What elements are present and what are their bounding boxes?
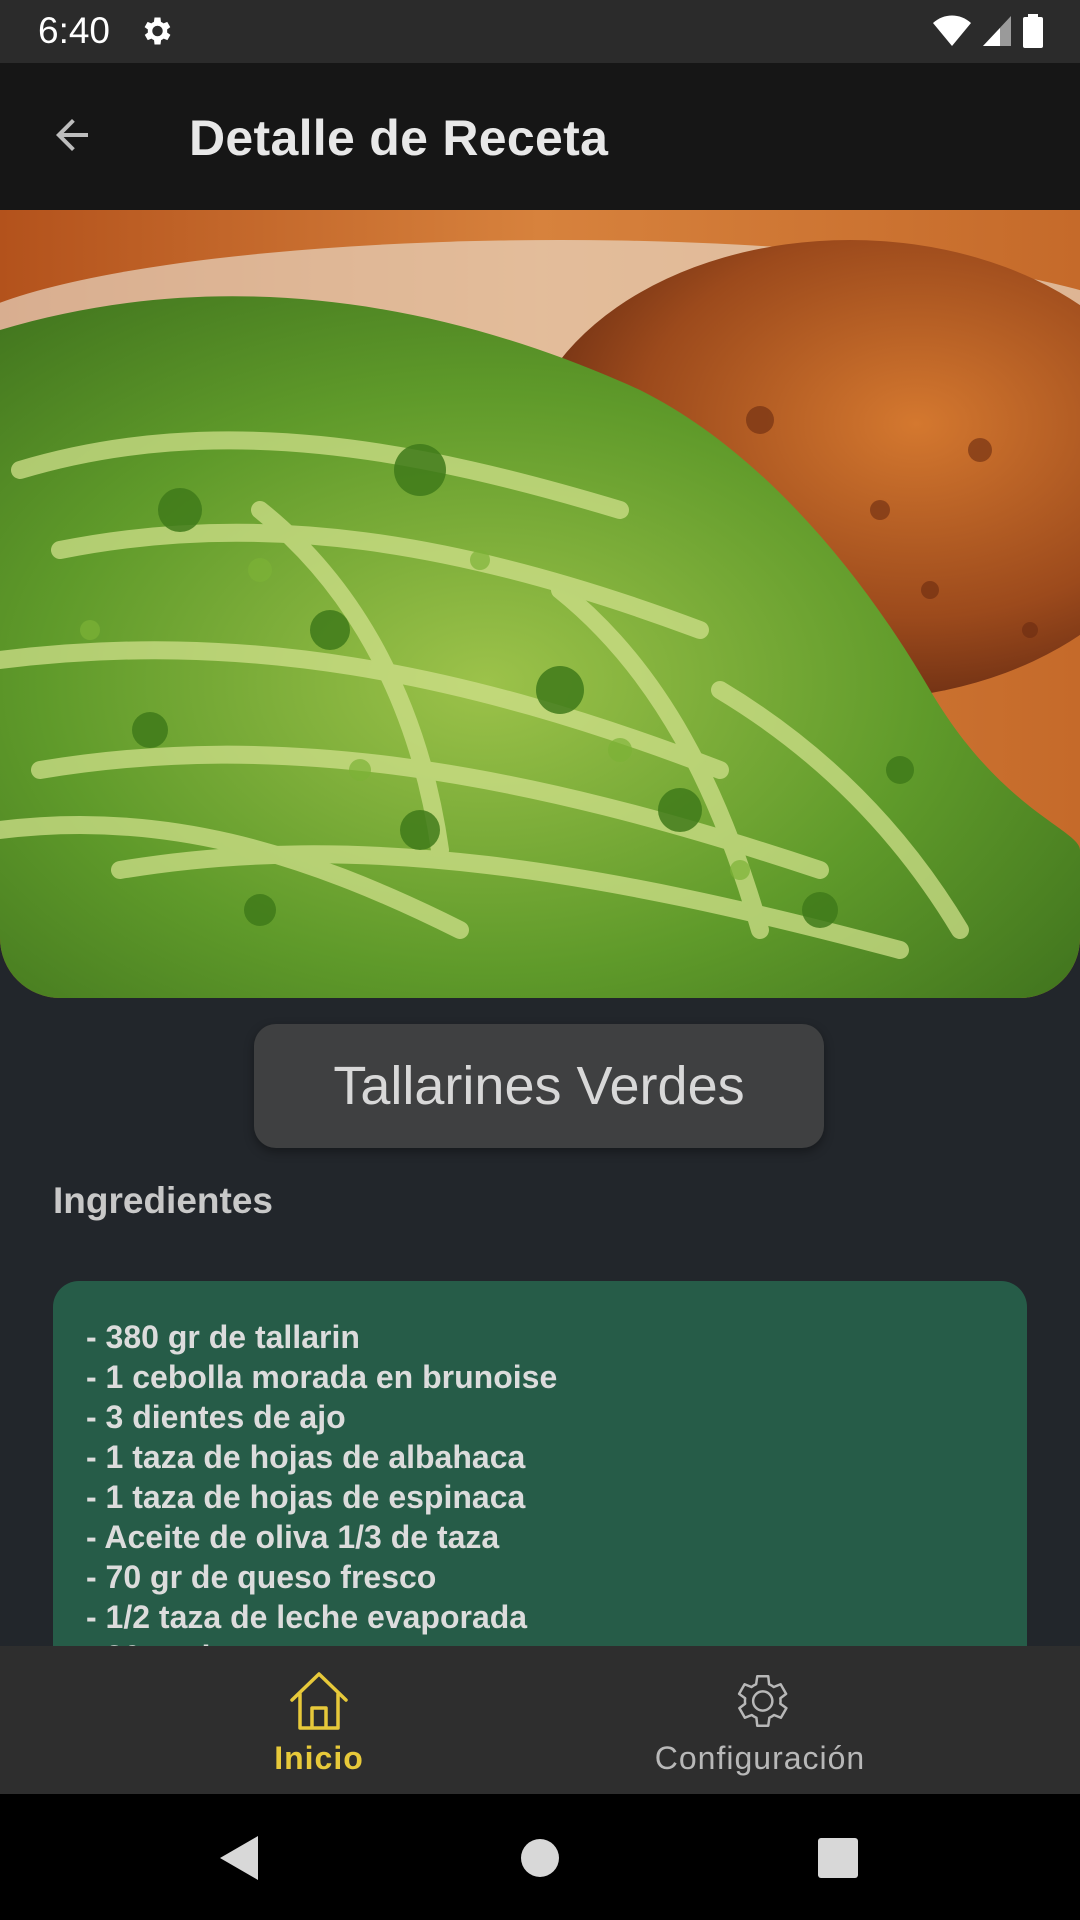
gear-icon bbox=[737, 1675, 788, 1727]
ingredient-item: - 1/2 taza de leche evaporada bbox=[86, 1599, 528, 1635]
ingredients-label: Ingredientes bbox=[53, 1180, 273, 1221]
page-title: Detalle de Receta bbox=[189, 110, 609, 166]
battery-icon bbox=[1023, 14, 1043, 48]
status-bar: 6:40 bbox=[0, 0, 1080, 63]
bottom-navigation: Inicio Configuración bbox=[0, 1646, 1080, 1794]
signal-icon bbox=[983, 16, 1011, 46]
ingredient-item: - 1 taza de hojas de albahaca bbox=[86, 1439, 526, 1475]
ingredient-item: - 1 cebolla morada en brunoise bbox=[86, 1359, 558, 1395]
status-time: 6:40 bbox=[38, 10, 111, 51]
system-home-icon[interactable] bbox=[520, 1834, 560, 1882]
home-icon bbox=[290, 1672, 348, 1730]
ingredient-item: - 380 gr de tallarin bbox=[86, 1319, 360, 1355]
ingredient-item: - 3 dientes de ajo bbox=[86, 1399, 346, 1435]
ingredients-card[interactable]: - 380 gr de tallarin - 1 cebolla morada … bbox=[53, 1281, 1027, 1681]
system-back-icon[interactable] bbox=[216, 1834, 262, 1882]
nav-item-inicio[interactable]: Inicio bbox=[219, 1646, 419, 1794]
recipe-name: Tallarines Verdes bbox=[254, 1024, 824, 1148]
system-navigation-bar bbox=[0, 1794, 1080, 1920]
status-icons bbox=[932, 14, 1044, 48]
ingredient-item: - Aceite de oliva 1/3 de taza bbox=[86, 1519, 500, 1555]
nav-item-configuracion[interactable]: Configuración bbox=[620, 1646, 900, 1794]
wifi-icon bbox=[933, 15, 971, 46]
system-recents-icon[interactable] bbox=[816, 1834, 860, 1882]
back-button[interactable] bbox=[40, 103, 104, 167]
app-bar: Detalle de Receta bbox=[0, 63, 1080, 210]
settings-notification-icon bbox=[144, 17, 171, 45]
nav-label-inicio: Inicio bbox=[274, 1740, 364, 1776]
ingredient-item: - 1 taza de hojas de espinaca bbox=[86, 1479, 526, 1515]
nav-label-configuracion: Configuración bbox=[654, 1740, 866, 1776]
recipe-image bbox=[0, 210, 1080, 998]
ingredient-item: - 70 gr de queso fresco bbox=[86, 1559, 437, 1595]
ingredients-list: - 380 gr de tallarin - 1 cebolla morada … bbox=[53, 1281, 1027, 1677]
arrow-back-icon bbox=[56, 119, 88, 151]
